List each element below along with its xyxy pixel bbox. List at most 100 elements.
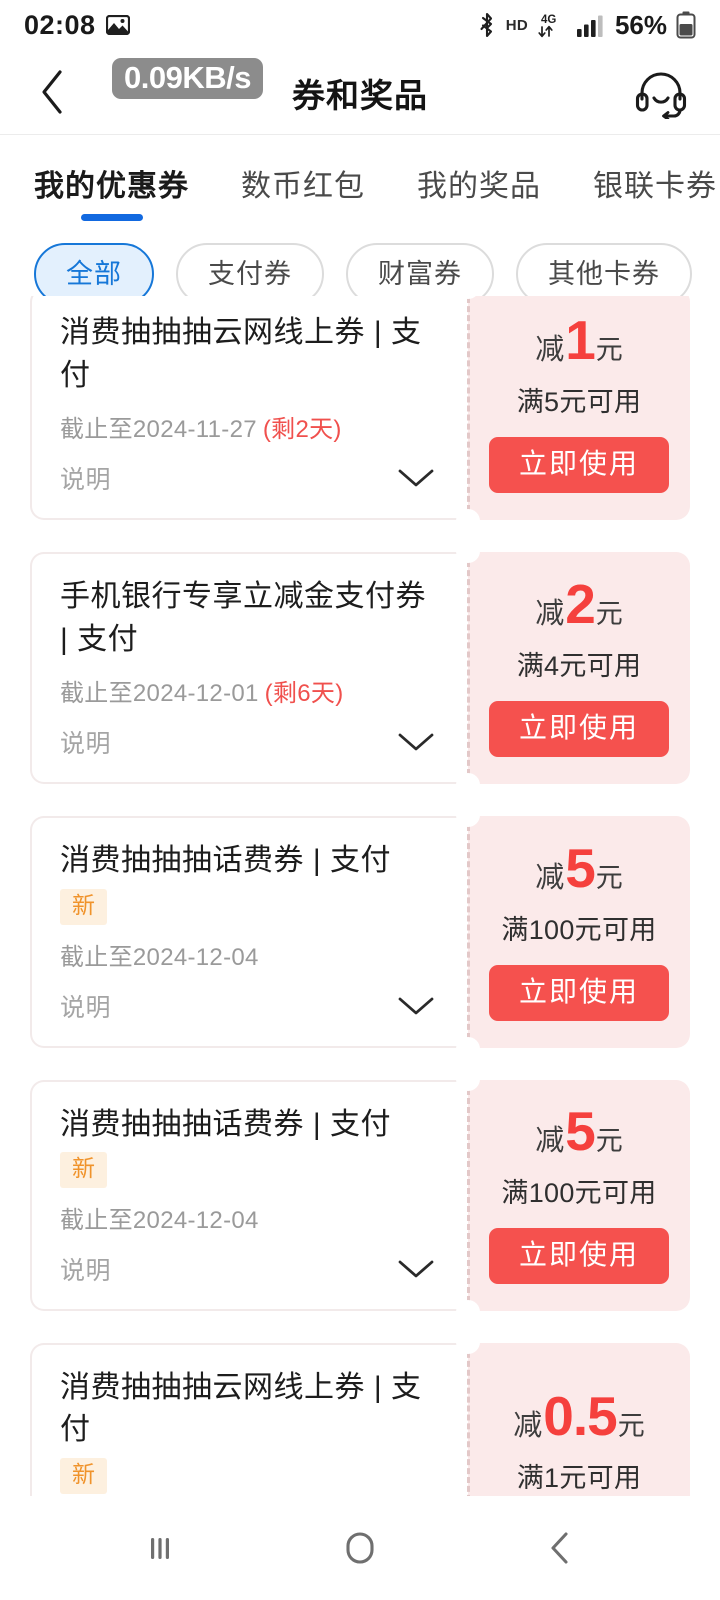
- coupon-expiry-date: 截止至2024-12-04: [60, 943, 259, 971]
- coupon-expiry-date: 截止至2024-12-04: [60, 1206, 259, 1234]
- photo-icon: [105, 15, 130, 35]
- coupon-info: 手机银行专享立减金支付券 | 支付 截止至2024-12-01 (剩6天) 说明: [30, 552, 468, 785]
- header-back-button[interactable]: [18, 50, 88, 135]
- coupon-value-panel: 减 5 元 满100元可用 立即使用: [456, 1066, 690, 1324]
- coupon-amount-prefix: 减: [535, 861, 565, 894]
- app-root: 02:08 HD 4G 56% 0.09KB/s 券和奖品 我的优惠券 数币红包…: [0, 0, 720, 1600]
- coupon-amount-unit: 元: [617, 1410, 645, 1441]
- coupon-title: 手机银行专享立减金支付券 | 支付: [60, 580, 426, 656]
- coupon-info: 消费抽抽抽云网线上券 | 支付 截止至2024-11-27 (剩2天) 说明: [30, 296, 468, 521]
- coupon-amount: 减 5 元: [535, 1104, 623, 1159]
- coupon-title-row: 手机银行专享立减金支付券 | 支付: [60, 576, 442, 661]
- coupon-expiry-date: 截止至2024-11-27: [60, 416, 257, 444]
- coupon-amount-prefix: 减: [535, 334, 565, 367]
- coupon-description-label: 说明: [60, 993, 112, 1022]
- tab-my-coupons[interactable]: 我的优惠券: [34, 161, 189, 221]
- coupon-list[interactable]: 消费抽抽抽云网线上券 | 支付 截止至2024-11-27 (剩2天) 说明 减…: [0, 296, 720, 1496]
- android-nav-bar: [0, 1496, 720, 1600]
- chevron-down-icon: [396, 1257, 436, 1281]
- coupon-card[interactable]: 消费抽抽抽话费券 | 支付 新 截止至2024-12-04 说明 减 5 元 满…: [30, 1066, 690, 1324]
- coupon-amount-prefix: 减: [535, 598, 565, 631]
- coupon-description-toggle[interactable]: 说明: [60, 1235, 442, 1309]
- coupon-threshold: 满4元可用: [516, 651, 642, 682]
- recents-button[interactable]: [100, 1496, 220, 1600]
- use-now-button[interactable]: 立即使用: [488, 964, 669, 1021]
- coupon-description-label: 说明: [60, 1256, 112, 1285]
- coupon-threshold: 满5元可用: [516, 387, 642, 418]
- coupon-amount-prefix: 减: [535, 1125, 565, 1158]
- use-now-button[interactable]: 立即使用: [488, 1228, 669, 1285]
- coupon-value-panel: 减 2 元 满4元可用 立即使用: [456, 539, 690, 798]
- coupon-description-toggle[interactable]: 说明: [60, 972, 442, 1046]
- status-time: 02:08: [24, 9, 96, 40]
- customer-support-button[interactable]: [632, 50, 690, 135]
- coupon-card[interactable]: 手机银行专享立减金支付券 | 支付 截止至2024-12-01(剩6天) 说明: [30, 539, 690, 798]
- coupon-perforation: [467, 1079, 470, 1311]
- home-circle-icon: [338, 1526, 382, 1570]
- tab-my-prizes[interactable]: 我的奖品: [417, 161, 541, 221]
- status-bar-right: HD 4G 56%: [477, 10, 696, 41]
- nav-back-button[interactable]: [500, 1496, 620, 1600]
- coupon-expiry: 截止至2024-12-04: [60, 937, 442, 972]
- coupon-title: 消费抽抽抽话费券 | 支付: [60, 1107, 391, 1141]
- headset-icon: [632, 67, 690, 119]
- coupon-notch-bottom: [456, 1299, 480, 1324]
- coupon-perforation: [467, 816, 470, 1048]
- coupon-info: 消费抽抽抽话费券 | 支付 新 截止至2024-12-04 说明: [30, 1079, 468, 1311]
- coupon-value-panel: 减 1 元 满5元可用 立即使用: [456, 296, 690, 534]
- coupon-title-row: 消费抽抽抽话费券 | 支付 新: [60, 840, 442, 925]
- coupon-amount: 减 2 元: [535, 577, 623, 632]
- new-badge: 新: [60, 888, 107, 925]
- coupon-title: 消费抽抽抽云网线上券 | 支付: [60, 1370, 422, 1447]
- coupon-amount-unit: 元: [595, 599, 623, 630]
- tab-active-underline: [80, 214, 143, 221]
- bluetooth-icon: [477, 12, 497, 38]
- tab-label: 数币红包: [241, 170, 365, 203]
- use-now-button[interactable]: 立即使用: [488, 701, 669, 758]
- coupon-amount-value: 2: [565, 573, 596, 636]
- coupon-remaining-days: (剩6天): [264, 680, 344, 708]
- coupon-notch-top: [456, 1329, 480, 1354]
- coupon-card[interactable]: 消费抽抽抽话费券 | 支付 新 截止至2024-12-04 说明 减 5 元 满…: [30, 803, 690, 1061]
- svg-text:4G: 4G: [541, 14, 556, 26]
- coupon-card[interactable]: 消费抽抽抽云网线上券 | 支付 截止至2024-11-27 (剩2天) 说明 减…: [30, 296, 690, 534]
- coupon-amount: 减 0.5 元: [513, 1388, 645, 1444]
- coupon-title-row: 消费抽抽抽云网线上券 | 支付: [60, 312, 442, 397]
- coupon-expiry: 截止至2024-12-01 (剩6天): [60, 673, 442, 708]
- page-title: 券和奖品: [292, 76, 428, 114]
- coupon-title-row: 消费抽抽抽话费券 | 支付 新: [60, 1104, 442, 1188]
- page-header: 0.09KB/s 券和奖品: [0, 50, 720, 135]
- coupon-notch-top: [456, 803, 480, 828]
- tab-digital-currency-redpacket[interactable]: 数币红包: [241, 161, 365, 221]
- coupon-threshold: 满100元可用: [501, 914, 657, 945]
- new-badge: 新: [60, 1457, 107, 1494]
- hd-indicator: HD: [505, 16, 528, 34]
- coupon-amount-unit: 元: [595, 335, 623, 366]
- coupon-description-label: 说明: [60, 466, 112, 495]
- chevron-down-icon: [396, 730, 436, 754]
- coupon-amount: 减 5 元: [535, 840, 623, 896]
- coupon-amount-unit: 元: [595, 1126, 623, 1157]
- status-bar: 02:08 HD 4G 56%: [0, 0, 720, 50]
- recents-icon: [140, 1528, 180, 1568]
- tab-label: 我的奖品: [417, 170, 541, 203]
- coupon-value-panel: 减 0.5 元 满1元可用 立即使用: [456, 1329, 690, 1496]
- network-4g-icon: 4G: [537, 11, 567, 39]
- use-now-button[interactable]: 立即使用: [488, 437, 669, 494]
- coupon-amount-value: 1: [565, 309, 596, 372]
- coupon-card[interactable]: 消费抽抽抽云网线上券 | 支付 新 截止至2024-12-04 说明: [30, 1329, 690, 1496]
- coupon-expiry: 截止至2024-12-04: [60, 1200, 442, 1235]
- coupon-threshold: 满1元可用: [516, 1462, 642, 1493]
- tab-label: 我的优惠券: [34, 170, 189, 203]
- coupon-amount-prefix: 减: [513, 1409, 543, 1442]
- tab-unionpay-cards[interactable]: 银联卡券: [593, 161, 717, 221]
- coupon-title-row: 消费抽抽抽云网线上券 | 支付 新: [60, 1367, 442, 1494]
- battery-percent: 56%: [614, 9, 667, 40]
- coupon-description-toggle[interactable]: 说明: [60, 708, 442, 782]
- coupon-description-toggle[interactable]: 说明: [60, 444, 442, 518]
- coupon-info: 消费抽抽抽云网线上券 | 支付 新 截止至2024-12-04 说明: [30, 1342, 468, 1496]
- home-button[interactable]: [300, 1496, 420, 1600]
- chevron-down-icon: [396, 466, 436, 490]
- status-bar-left: 02:08: [24, 10, 130, 41]
- coupon-notch-top: [456, 539, 480, 564]
